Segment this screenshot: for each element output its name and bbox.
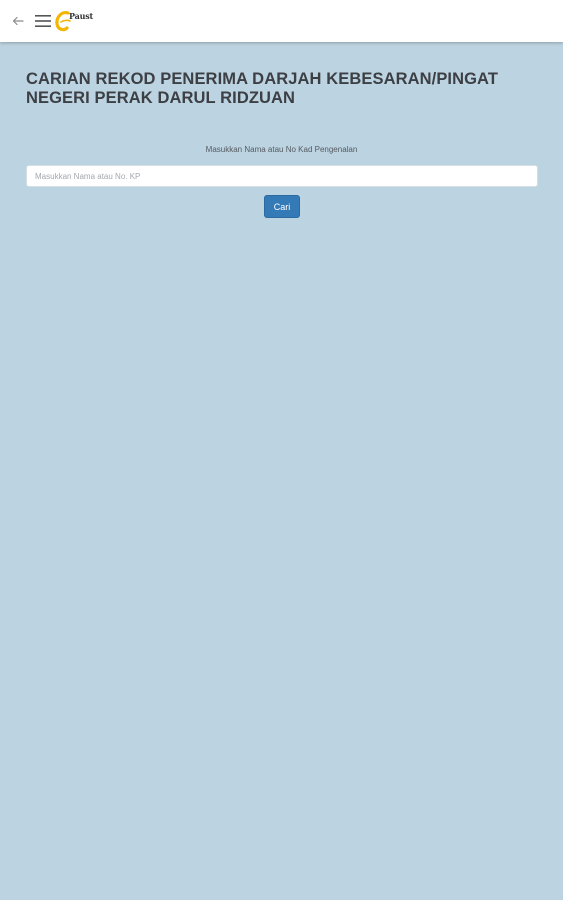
logo-text: Paust [69, 11, 94, 21]
app-header: Paust [0, 0, 563, 42]
search-button[interactable]: Cari [264, 195, 300, 218]
page-title: CARIAN REKOD PENERIMA DARJAH KEBESARAN/P… [26, 70, 499, 107]
search-input[interactable] [26, 165, 538, 187]
arrow-left-icon [12, 16, 24, 26]
menu-button[interactable] [34, 12, 52, 30]
back-button[interactable] [9, 12, 27, 30]
search-field-label: Masukkan Nama atau No Kad Pengenalan [205, 145, 358, 154]
hamburger-menu-icon [35, 15, 51, 27]
app-logo[interactable]: Paust [54, 8, 94, 34]
